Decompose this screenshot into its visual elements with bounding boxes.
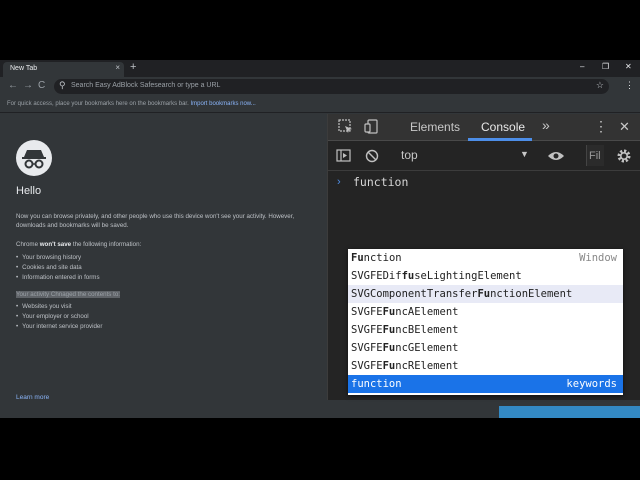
list-item: Your browsing history: [16, 253, 100, 263]
browser-toolbar: ← → C ⚲ Search Easy AdBlock Safesearch o…: [0, 77, 640, 96]
visibility-heading: Your activity Chnaged the contents to:: [16, 291, 120, 298]
eye-icon[interactable]: [547, 150, 565, 165]
forward-button[interactable]: →: [23, 80, 33, 91]
bookmarks-bar: For quick access, place your bookmarks h…: [0, 96, 640, 113]
prompt-chevron-icon: ›: [337, 176, 341, 188]
incognito-page: Hello Now you can browse privately, and …: [0, 114, 327, 418]
wont-save-list: Your browsing history Cookies and site d…: [16, 253, 100, 283]
page-heading: Hello: [16, 185, 42, 197]
visibility-list: Websites you visit Your employer or scho…: [16, 302, 102, 332]
suggestion-item[interactable]: SVGFEFuncRElement: [348, 357, 623, 375]
minimize-button[interactable]: –: [580, 62, 584, 71]
webcam-overlay: [499, 406, 640, 418]
omnibox-placeholder: Search Easy AdBlock Safesearch or type a…: [71, 82, 221, 89]
incognito-icon: [16, 140, 52, 176]
list-item: Cookies and site data: [16, 263, 100, 273]
suggestion-item-selected[interactable]: function keywords: [348, 375, 623, 393]
screen-frame: New Tab × + – ❐ ✕ ← → C ⚲ Search Easy Ad…: [0, 60, 640, 418]
tab-elements[interactable]: Elements: [410, 120, 460, 134]
learn-more-link[interactable]: Learn more: [16, 394, 49, 401]
omnibox[interactable]: ⚲ Search Easy AdBlock Safesearch or type…: [54, 79, 609, 94]
active-tab-indicator: [468, 138, 532, 141]
gear-icon[interactable]: [616, 148, 632, 167]
more-tabs-icon[interactable]: »: [542, 117, 550, 133]
suggestion-item[interactable]: SVGFEFuncAElement: [348, 303, 623, 321]
window-close-button[interactable]: ✕: [625, 62, 632, 71]
tab-new-tab[interactable]: New Tab ×: [3, 62, 124, 77]
autocomplete-list: Function Window SVGFEDiffuseLightingEleme…: [348, 249, 623, 395]
presenter-image: [499, 406, 640, 418]
search-icon: ⚲: [59, 80, 66, 90]
devtools-menu-icon[interactable]: ⋮: [594, 118, 608, 135]
tab-strip: New Tab × + – ❐ ✕: [0, 60, 640, 77]
maximize-button[interactable]: ❐: [602, 62, 609, 71]
suggestion-item[interactable]: SVGFEDiffuseLightingElement: [348, 267, 623, 285]
wont-save-heading: Chrome won't save the following informat…: [16, 241, 142, 248]
suggestion-item[interactable]: SVGComponentTransferFunctionElement: [348, 285, 623, 303]
suggestion-item[interactable]: Function Window: [348, 249, 623, 267]
devtools-tabbar: Elements Console » ⋮ ✕: [328, 114, 640, 141]
list-item: Your internet service provider: [16, 322, 102, 332]
reload-button[interactable]: C: [38, 80, 45, 91]
bookmarks-hint: For quick access, place your bookmarks h…: [7, 101, 256, 107]
console-prompt-row[interactable]: › function: [328, 174, 640, 192]
clear-console-icon[interactable]: [365, 149, 379, 166]
device-toolbar-icon[interactable]: [364, 119, 379, 137]
bookmark-star-icon[interactable]: ☆: [596, 80, 604, 91]
console-toolbar: top ▼ Fil: [328, 142, 640, 171]
import-bookmarks-link[interactable]: Import bookmarks now...: [190, 101, 255, 107]
inspect-element-icon[interactable]: [338, 119, 353, 137]
filter-input[interactable]: Fil: [586, 145, 604, 166]
console-input[interactable]: function: [353, 175, 408, 189]
context-selector[interactable]: top: [401, 148, 418, 162]
list-item: Websites you visit: [16, 302, 102, 312]
new-tab-button[interactable]: +: [130, 61, 136, 73]
show-drawer-icon[interactable]: [336, 149, 351, 165]
tab-title: New Tab: [10, 65, 38, 72]
list-item: Your employer or school: [16, 312, 102, 322]
back-button[interactable]: ←: [8, 80, 18, 91]
suggestion-item[interactable]: SVGFEFuncBElement: [348, 321, 623, 339]
list-item: Information entered in forms: [16, 273, 99, 283]
chevron-down-icon[interactable]: ▼: [520, 149, 529, 159]
tab-close-icon[interactable]: ×: [115, 63, 120, 72]
suggestion-item[interactable]: SVGFEFuncGElement: [348, 339, 623, 357]
intro-paragraph: Now you can browse privately, and other …: [16, 213, 295, 229]
devtools-close-icon[interactable]: ✕: [619, 119, 630, 135]
tab-console[interactable]: Console: [481, 120, 525, 134]
chrome-menu-icon[interactable]: ⋮: [625, 80, 634, 91]
